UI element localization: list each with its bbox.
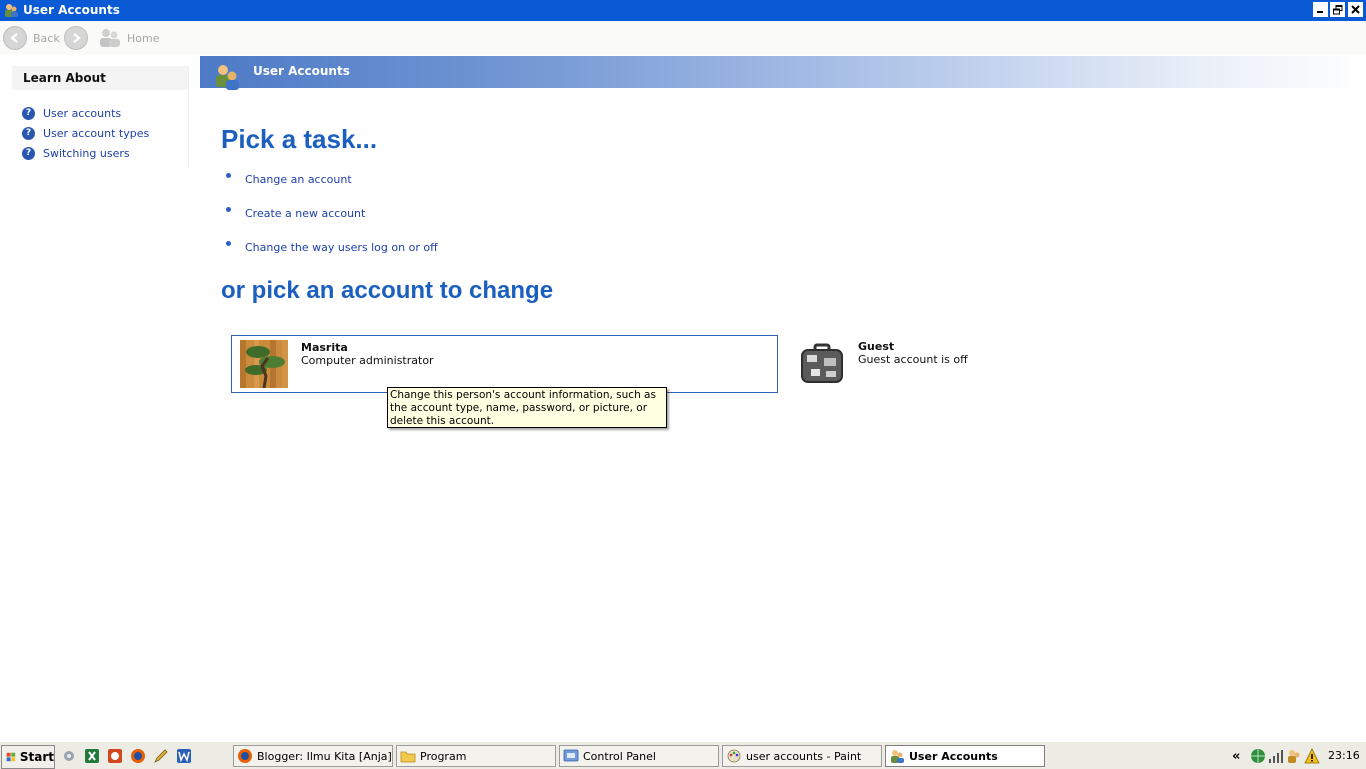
task-label: Create a new account <box>245 207 366 220</box>
restore-icon <box>1332 4 1342 14</box>
learn-about-panel: Learn About ? User accounts ? User accou… <box>12 66 189 166</box>
learn-link-user-account-types[interactable]: ? User account types <box>22 125 149 141</box>
home-button[interactable]: Home <box>98 25 159 51</box>
back-arrow-icon <box>3 26 27 50</box>
account-picture-bonsai <box>240 340 288 388</box>
title-bar: User Accounts <box>0 0 1366 21</box>
learn-about-title: Learn About <box>23 71 106 85</box>
warning-icon[interactable] <box>1304 748 1320 764</box>
user-accounts-icon <box>5 4 18 17</box>
taskbar-button-paint[interactable]: user accounts - Paint <box>722 745 882 767</box>
learn-about-header: Learn About <box>12 66 188 90</box>
quicklaunch-excel-icon[interactable] <box>84 748 100 764</box>
learn-link-label: Switching users <box>43 146 130 160</box>
taskbar-button-user-accounts[interactable]: User Accounts <box>885 745 1045 767</box>
paint-icon <box>727 749 741 763</box>
account-tile-masrita[interactable]: Masrita Computer administrator <box>231 335 778 393</box>
close-button[interactable] <box>1348 2 1363 17</box>
close-icon <box>1351 5 1360 14</box>
left-task-pane: Learn About ? User accounts ? User accou… <box>0 56 200 740</box>
taskbar-button-label: User Accounts <box>909 749 998 763</box>
bullet-icon <box>226 207 231 212</box>
account-type: Computer administrator <box>301 354 434 367</box>
quicklaunch-pencil-icon[interactable] <box>153 748 169 764</box>
task-label: Change an account <box>245 173 352 186</box>
quicklaunch-powerpoint-icon[interactable] <box>107 748 123 764</box>
network-globe-icon[interactable] <box>1250 748 1266 764</box>
minimize-icon <box>1317 11 1323 13</box>
task-create-account[interactable]: Create a new account <box>226 207 365 220</box>
clock[interactable]: 23:16 <box>1328 749 1360 762</box>
help-icon: ? <box>22 106 35 120</box>
account-tile-guest[interactable]: Guest Guest account is off <box>790 335 990 391</box>
suitcase-icon <box>801 343 843 383</box>
start-button[interactable]: Start <box>1 745 55 769</box>
navigation-toolbar: Back Home <box>0 21 1366 54</box>
taskbar-button-blogger[interactable]: Blogger: Ilmu Kita [Anja] ... <box>233 745 393 767</box>
user-accounts-icon <box>216 65 239 90</box>
pick-task-heading: Pick a task... <box>221 124 378 154</box>
account-name: Masrita <box>301 341 348 354</box>
start-label: Start <box>19 750 54 764</box>
page-title: User Accounts <box>253 64 350 78</box>
task-change-logon[interactable]: Change the way users log on or off <box>226 241 438 254</box>
folder-icon <box>400 751 416 763</box>
task-label: Change the way users log on or off <box>245 241 438 254</box>
taskbar-button-label: user accounts - Paint <box>746 749 862 763</box>
home-label: Home <box>127 31 160 45</box>
users-tray-icon[interactable] <box>1286 748 1302 764</box>
show-hidden-icons-chevron-icon[interactable]: « <box>1232 749 1250 764</box>
learn-link-user-accounts[interactable]: ? User accounts <box>22 105 121 121</box>
control-panel-icon <box>563 749 579 762</box>
forward-button[interactable] <box>64 25 88 51</box>
account-tooltip: Change this person's account information… <box>387 387 667 428</box>
taskbar-button-program[interactable]: Program <box>396 745 556 767</box>
firefox-icon <box>238 749 252 763</box>
window-title: User Accounts <box>23 3 120 17</box>
forward-arrow-icon <box>64 26 88 50</box>
account-name: Guest <box>858 340 895 353</box>
learn-link-label: User account types <box>43 126 150 140</box>
task-change-account[interactable]: Change an account <box>226 173 352 186</box>
account-type: Guest account is off <box>858 353 968 366</box>
taskbar-button-control-panel[interactable]: Control Panel <box>559 745 719 767</box>
help-icon: ? <box>22 126 35 140</box>
taskbar-button-label: Control Panel <box>583 749 656 763</box>
page-header-band: User Accounts <box>200 56 1366 90</box>
back-label: Back <box>33 31 60 45</box>
restore-button[interactable] <box>1330 2 1345 17</box>
bullet-icon <box>226 173 231 178</box>
home-users-icon <box>100 29 120 47</box>
signal-bars-icon[interactable] <box>1268 748 1284 764</box>
quicklaunch-settings-icon[interactable] <box>61 748 77 764</box>
minimize-button[interactable] <box>1313 2 1328 17</box>
taskbar: Start Blogger: Ilmu Kita [Anja] ... Prog… <box>0 741 1366 769</box>
learn-link-label: User accounts <box>43 106 122 120</box>
quicklaunch-firefox-icon[interactable] <box>130 748 146 764</box>
quicklaunch-word-icon[interactable] <box>176 748 192 764</box>
learn-link-switching-users[interactable]: ? Switching users <box>22 145 130 161</box>
help-icon: ? <box>22 146 35 160</box>
back-button[interactable]: Back <box>3 25 60 51</box>
pick-account-heading: or pick an account to change <box>221 277 554 304</box>
bullet-icon <box>226 241 231 246</box>
windows-flag-icon <box>6 752 16 762</box>
taskbar-button-label: Program <box>420 749 467 763</box>
user-accounts-icon <box>891 750 904 763</box>
taskbar-button-label: Blogger: Ilmu Kita [Anja] ... <box>257 749 393 763</box>
